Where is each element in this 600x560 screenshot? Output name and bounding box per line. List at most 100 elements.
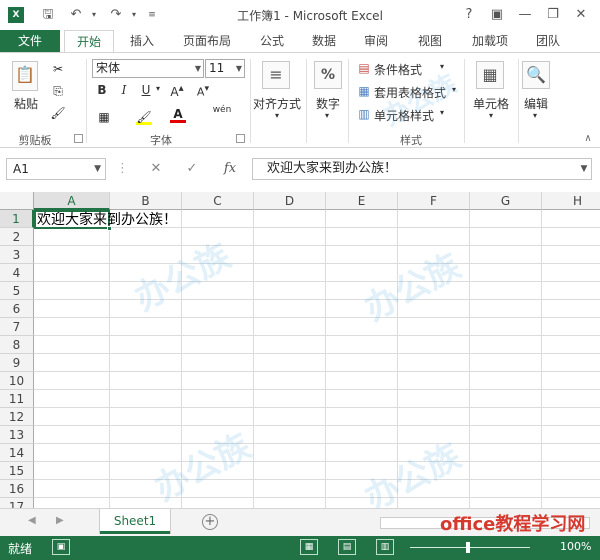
paste-label[interactable]: 粘贴 bbox=[10, 95, 42, 112]
undo-icon[interactable]: ↶ bbox=[66, 6, 86, 24]
underline-dropdown-icon[interactable]: ▾ bbox=[154, 84, 162, 93]
binoculars-icon[interactable]: 🔍 bbox=[522, 61, 550, 89]
column-header-h[interactable]: H bbox=[542, 192, 600, 210]
alignment-button[interactable]: 对齐方式 bbox=[252, 95, 302, 112]
tab-home[interactable]: 开始 bbox=[64, 30, 114, 52]
cancel-icon[interactable]: ✕ bbox=[146, 158, 166, 180]
collapse-ribbon-icon[interactable]: ∧ bbox=[582, 133, 594, 144]
row-header-6[interactable]: 6 bbox=[0, 300, 34, 318]
enter-icon[interactable]: ✓ bbox=[182, 158, 202, 180]
percent-icon[interactable]: % bbox=[314, 61, 342, 89]
row-header-16[interactable]: 16 bbox=[0, 480, 34, 498]
conditional-formatting-button[interactable]: 条件格式 bbox=[374, 61, 422, 78]
sheet-tab-sheet1[interactable]: Sheet1 bbox=[100, 509, 170, 534]
row-header-17[interactable]: 17 bbox=[0, 498, 34, 508]
row-header-11[interactable]: 11 bbox=[0, 390, 34, 408]
cut-icon[interactable]: ✂ bbox=[50, 61, 66, 77]
font-size-select[interactable]: 11 ▼ bbox=[205, 59, 245, 78]
row-header-15[interactable]: 15 bbox=[0, 462, 34, 480]
format-as-table-button[interactable]: 套用表格格式 bbox=[374, 84, 446, 101]
macro-record-icon[interactable]: ▣ bbox=[52, 539, 70, 555]
row-header-7[interactable]: 7 bbox=[0, 318, 34, 336]
undo-dropdown-icon[interactable]: ▾ bbox=[84, 6, 104, 24]
bold-button[interactable]: B bbox=[96, 83, 108, 97]
redo-dropdown-icon[interactable]: ▾ bbox=[124, 6, 144, 24]
add-sheet-icon[interactable]: + bbox=[202, 514, 218, 530]
formula-bar-splitter[interactable]: ⋮ bbox=[116, 158, 129, 180]
phonetic-guide-icon[interactable]: wén bbox=[210, 105, 234, 115]
tab-page-layout[interactable]: 页面布局 bbox=[176, 30, 238, 52]
column-header-d[interactable]: D bbox=[254, 192, 326, 210]
row-header-5[interactable]: 5 bbox=[0, 282, 34, 300]
insert-function-button[interactable]: fx bbox=[218, 158, 242, 180]
horizontal-scrollbar[interactable] bbox=[380, 517, 590, 529]
name-box[interactable]: A1 ▼ bbox=[6, 158, 106, 180]
tab-review[interactable]: 审阅 bbox=[356, 30, 396, 52]
redo-icon[interactable]: ↷ bbox=[106, 6, 126, 24]
font-grow-icon[interactable]: A▴ bbox=[170, 83, 184, 99]
zoom-slider-thumb[interactable] bbox=[466, 542, 470, 553]
save-icon[interactable]: 🖫 bbox=[38, 6, 58, 24]
column-header-b[interactable]: B bbox=[110, 192, 182, 210]
excel-app-icon[interactable]: X bbox=[8, 7, 24, 23]
format-as-table-icon[interactable]: ▦ bbox=[356, 83, 372, 99]
column-header-c[interactable]: C bbox=[182, 192, 254, 210]
row-header-8[interactable]: 8 bbox=[0, 336, 34, 354]
column-header-e[interactable]: E bbox=[326, 192, 398, 210]
row-header-12[interactable]: 12 bbox=[0, 408, 34, 426]
tab-data[interactable]: 数据 bbox=[304, 30, 344, 52]
normal-view-icon[interactable]: ▦ bbox=[300, 539, 318, 555]
format-painter-icon[interactable]: 🖌 bbox=[50, 105, 66, 121]
italic-button[interactable]: I bbox=[118, 83, 130, 97]
column-header-a[interactable]: A bbox=[34, 192, 110, 210]
cell-a1[interactable]: 欢迎大家来到办公族！ bbox=[37, 211, 177, 229]
cells-icon[interactable]: ▦ bbox=[476, 61, 504, 89]
column-header-f[interactable]: F bbox=[398, 192, 470, 210]
font-shrink-icon[interactable]: A▾ bbox=[196, 83, 210, 99]
zoom-slider[interactable] bbox=[410, 547, 530, 548]
clipboard-launcher-icon[interactable] bbox=[74, 134, 83, 143]
restore-icon[interactable]: ❐ bbox=[540, 5, 566, 25]
tab-insert[interactable]: 插入 bbox=[122, 30, 162, 52]
paste-icon[interactable]: 📋 bbox=[12, 61, 38, 91]
font-name-select[interactable]: 宋体 ▼ bbox=[92, 59, 204, 78]
worksheet-grid[interactable]: ABCDEFGH 1 2 3 4 5 6 7 8 9 10 11 12 13 14 15 16 17 欢迎大家来… bbox=[0, 192, 600, 508]
conditional-formatting-icon[interactable]: ▤ bbox=[356, 60, 372, 76]
tab-addins[interactable]: 加载项 bbox=[464, 30, 516, 52]
font-color-icon[interactable]: A bbox=[170, 107, 186, 123]
row-header-10[interactable]: 10 bbox=[0, 372, 34, 390]
underline-button[interactable]: U bbox=[140, 83, 152, 97]
font-launcher-icon[interactable] bbox=[236, 134, 245, 143]
tab-formulas[interactable]: 公式 bbox=[252, 30, 292, 52]
tab-view[interactable]: 视图 bbox=[410, 30, 450, 52]
column-header-g[interactable]: G bbox=[470, 192, 542, 210]
minimize-icon[interactable]: — bbox=[512, 5, 538, 25]
row-header-13[interactable]: 13 bbox=[0, 426, 34, 444]
expand-formula-bar-icon[interactable]: ▼ bbox=[578, 158, 590, 180]
row-header-9[interactable]: 9 bbox=[0, 354, 34, 372]
tab-team[interactable]: 团队 bbox=[528, 30, 568, 52]
page-break-view-icon[interactable]: ▥ bbox=[376, 539, 394, 555]
sheet-next-icon[interactable]: ▶ bbox=[56, 515, 64, 526]
number-format-button[interactable]: 数字 bbox=[308, 95, 348, 112]
page-layout-view-icon[interactable]: ▤ bbox=[338, 539, 356, 555]
formula-input[interactable]: 欢迎大家来到办公族！ bbox=[252, 158, 592, 180]
cells-button[interactable]: 单元格 bbox=[466, 95, 516, 112]
editing-button[interactable]: 编辑 bbox=[516, 95, 556, 112]
row-header-14[interactable]: 14 bbox=[0, 444, 34, 462]
customize-quick-access-icon[interactable]: ≡ bbox=[142, 6, 162, 24]
tab-file[interactable]: 文件 bbox=[0, 30, 60, 52]
row-header-2[interactable]: 2 bbox=[0, 228, 34, 246]
close-icon[interactable]: ✕ bbox=[568, 5, 594, 25]
select-all-button[interactable] bbox=[0, 192, 34, 210]
sheet-prev-icon[interactable]: ◀ bbox=[28, 515, 36, 526]
row-header-4[interactable]: 4 bbox=[0, 264, 34, 282]
alignment-icon[interactable]: ≡ bbox=[262, 61, 290, 89]
borders-icon[interactable]: ▦ bbox=[96, 109, 112, 125]
cell-styles-icon[interactable]: ▥ bbox=[356, 106, 372, 122]
cell-styles-button[interactable]: 单元格样式 bbox=[374, 107, 434, 124]
ribbon-display-icon[interactable]: ▣ bbox=[484, 5, 510, 25]
row-header-1[interactable]: 1 bbox=[0, 210, 34, 228]
zoom-level[interactable]: 100% bbox=[560, 540, 591, 553]
help-button[interactable]: ? bbox=[456, 5, 482, 25]
